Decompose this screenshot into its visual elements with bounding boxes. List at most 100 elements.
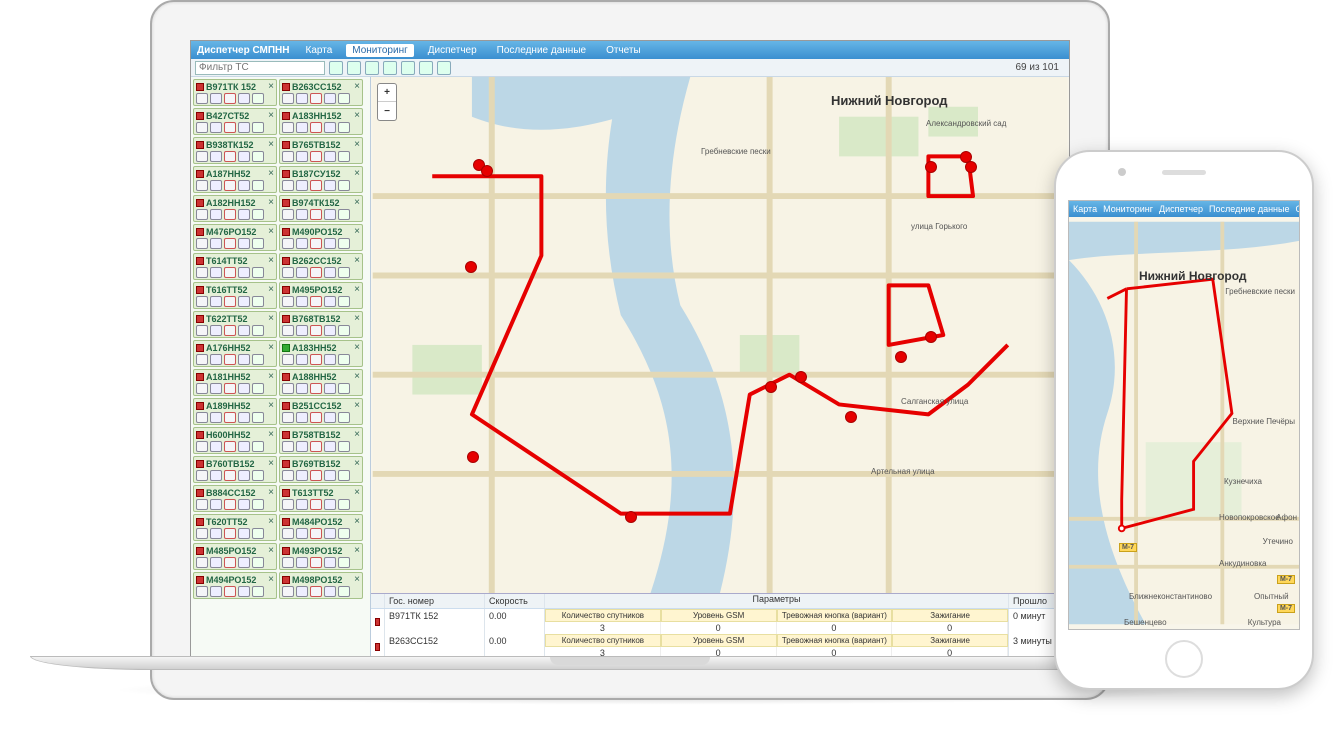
eye-icon[interactable]: [196, 93, 208, 104]
vehicle-card[interactable]: В760ТВ152 ×: [193, 456, 277, 483]
route-icon[interactable]: [210, 267, 222, 278]
vehicle-card[interactable]: В765ТВ152 ×: [279, 137, 363, 164]
close-icon[interactable]: ×: [268, 400, 274, 411]
route-icon[interactable]: [296, 93, 308, 104]
delete-icon[interactable]: [310, 354, 322, 365]
vehicle-card[interactable]: В427СТ52 ×: [193, 108, 277, 135]
magnifier-icon[interactable]: [324, 499, 336, 510]
delete-icon[interactable]: [310, 586, 322, 597]
eye-icon[interactable]: [282, 151, 294, 162]
center-icon[interactable]: [338, 528, 350, 539]
phone-tab-monitoring[interactable]: Мониторинг: [1103, 204, 1153, 214]
route-icon[interactable]: [296, 122, 308, 133]
route-icon[interactable]: [296, 209, 308, 220]
close-icon[interactable]: ×: [268, 139, 274, 150]
eye-icon[interactable]: [282, 557, 294, 568]
center-icon[interactable]: [338, 325, 350, 336]
center-icon[interactable]: [338, 209, 350, 220]
route-icon[interactable]: [210, 354, 222, 365]
close-icon[interactable]: ×: [354, 487, 360, 498]
delete-icon[interactable]: [310, 151, 322, 162]
close-icon[interactable]: ×: [354, 81, 360, 92]
eye-icon[interactable]: [196, 209, 208, 220]
vehicle-card[interactable]: В768ТВ152 ×: [279, 311, 363, 338]
vehicle-filter-input[interactable]: [195, 61, 325, 75]
delete-icon[interactable]: [310, 267, 322, 278]
vehicle-card[interactable]: Т616ТТ52 ×: [193, 282, 277, 309]
delete-icon[interactable]: [310, 238, 322, 249]
magnifier-icon[interactable]: [324, 93, 336, 104]
delete-icon[interactable]: [224, 441, 236, 452]
magnifier-icon[interactable]: [324, 383, 336, 394]
magnifier-icon[interactable]: [238, 325, 250, 336]
close-icon[interactable]: ×: [354, 574, 360, 585]
vehicle-marker[interactable]: [481, 165, 493, 177]
vehicle-card[interactable]: М493РО152 ×: [279, 543, 363, 570]
route-icon[interactable]: [210, 499, 222, 510]
eye-icon[interactable]: [196, 325, 208, 336]
route-icon[interactable]: [296, 557, 308, 568]
center-icon[interactable]: [252, 586, 264, 597]
eye-icon[interactable]: [196, 354, 208, 365]
center-icon[interactable]: [338, 180, 350, 191]
eye-icon[interactable]: [282, 93, 294, 104]
center-icon[interactable]: [338, 383, 350, 394]
center-icon[interactable]: [252, 499, 264, 510]
vehicle-marker[interactable]: [795, 371, 807, 383]
close-icon[interactable]: ×: [268, 284, 274, 295]
magnifier-icon[interactable]: [324, 354, 336, 365]
magnifier-icon[interactable]: [324, 238, 336, 249]
tab-dispatcher[interactable]: Диспетчер: [422, 44, 483, 57]
close-icon[interactable]: ×: [268, 168, 274, 179]
magnifier-icon[interactable]: [238, 557, 250, 568]
vehicle-card[interactable]: Н600НН52 ×: [193, 427, 277, 454]
vehicle-card[interactable]: Т622ТТ52 ×: [193, 311, 277, 338]
magnifier-icon[interactable]: [238, 470, 250, 481]
route-icon[interactable]: [296, 151, 308, 162]
delete-icon[interactable]: [224, 325, 236, 336]
vehicle-card[interactable]: В938ТК152 ×: [193, 137, 277, 164]
vehicle-card[interactable]: В251СС152 ×: [279, 398, 363, 425]
route-icon[interactable]: [296, 528, 308, 539]
delete-icon[interactable]: [224, 267, 236, 278]
magnifier-icon[interactable]: [324, 586, 336, 597]
eye-icon[interactable]: [196, 151, 208, 162]
magnifier-icon[interactable]: [324, 151, 336, 162]
magnifier-icon[interactable]: [238, 528, 250, 539]
delete-icon[interactable]: [224, 557, 236, 568]
close-icon[interactable]: ×: [354, 429, 360, 440]
delete-icon[interactable]: [224, 499, 236, 510]
tab-reports[interactable]: Отчеты: [600, 44, 647, 57]
route-icon[interactable]: [296, 238, 308, 249]
route-icon[interactable]: [210, 296, 222, 307]
eye-icon[interactable]: [282, 412, 294, 423]
magnifier-icon[interactable]: [324, 122, 336, 133]
delete-icon[interactable]: [224, 238, 236, 249]
close-icon[interactable]: ×: [354, 197, 360, 208]
route-icon[interactable]: [210, 209, 222, 220]
vehicle-card[interactable]: А176НН52 ×: [193, 340, 277, 367]
vehicle-card[interactable]: В971ТК 152 ×: [193, 79, 277, 106]
delete-icon[interactable]: [224, 93, 236, 104]
close-icon[interactable]: ×: [354, 255, 360, 266]
route-icon[interactable]: [210, 412, 222, 423]
delete-icon[interactable]: [224, 180, 236, 191]
magnifier-icon[interactable]: [238, 209, 250, 220]
magnifier-icon[interactable]: [324, 412, 336, 423]
vehicle-card[interactable]: Т613ТТ52 ×: [279, 485, 363, 512]
close-icon[interactable]: ×: [354, 516, 360, 527]
eye-icon[interactable]: [282, 209, 294, 220]
center-icon[interactable]: [252, 93, 264, 104]
center-icon[interactable]: [252, 325, 264, 336]
vehicle-marker[interactable]: [845, 411, 857, 423]
center-icon[interactable]: [252, 470, 264, 481]
vehicle-card[interactable]: М485РО152 ×: [193, 543, 277, 570]
vehicle-card[interactable]: М494РО152 ×: [193, 572, 277, 599]
vehicle-card[interactable]: Т620ТТ52 ×: [193, 514, 277, 541]
eye-icon[interactable]: [196, 499, 208, 510]
delete-icon[interactable]: [310, 93, 322, 104]
delete-icon[interactable]: [224, 209, 236, 220]
tab-map[interactable]: Карта: [300, 44, 339, 57]
magnifier-icon[interactable]: [324, 528, 336, 539]
close-icon[interactable]: ×: [354, 545, 360, 556]
